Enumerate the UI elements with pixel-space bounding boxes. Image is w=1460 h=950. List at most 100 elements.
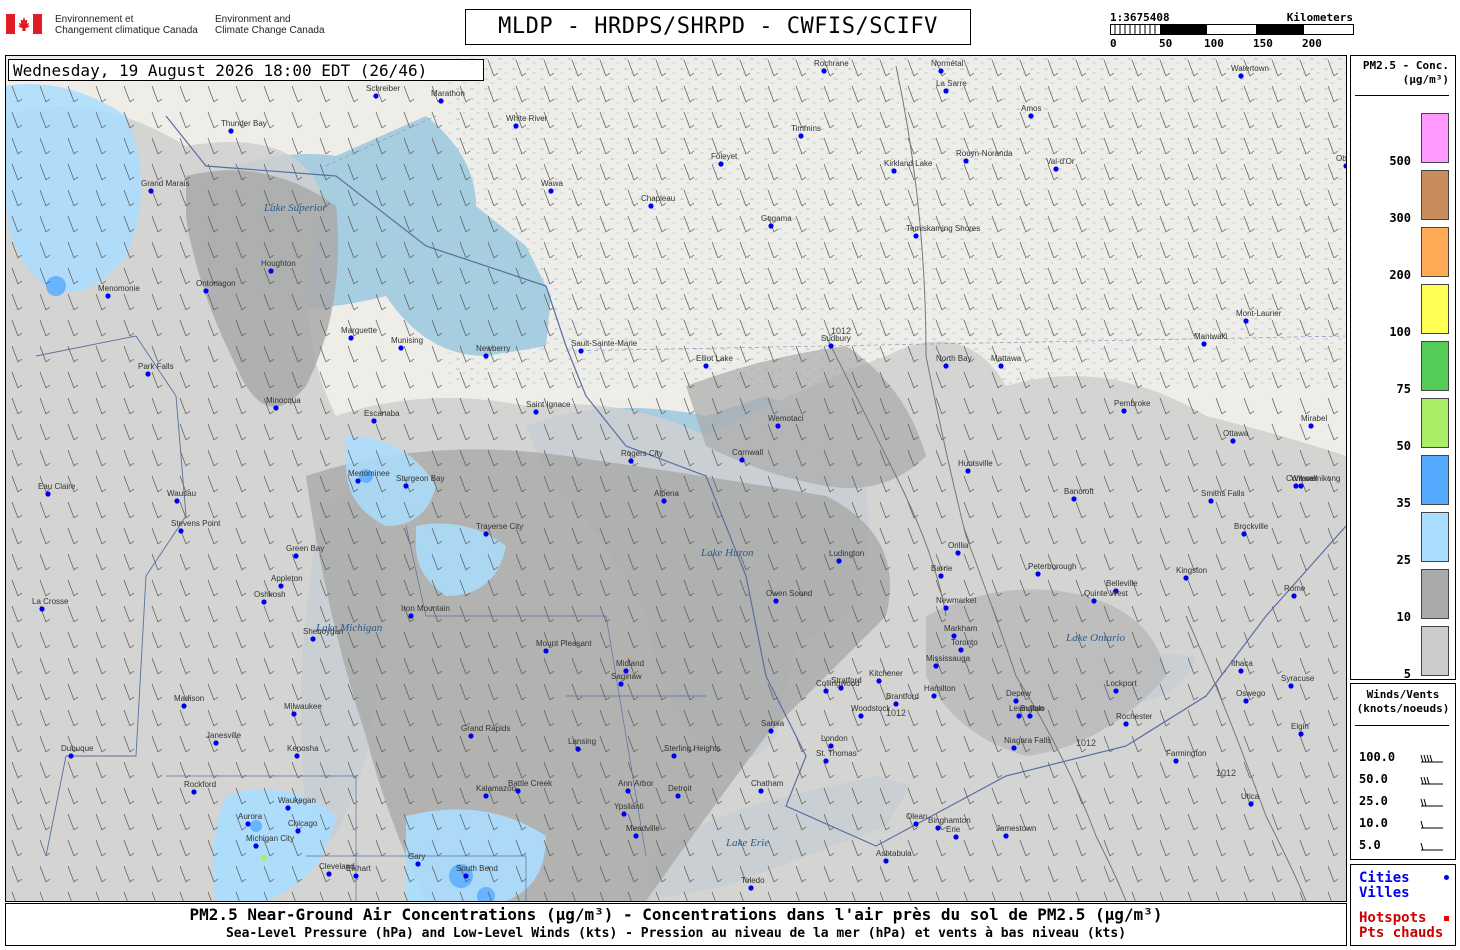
wind-legend-title-line2: (knots/noeuds) xyxy=(1356,702,1450,715)
city-label: Meadville xyxy=(626,824,660,833)
city-label: Buffalo xyxy=(1020,704,1045,713)
city-label: Mont-Laurier xyxy=(1236,309,1282,318)
city-marker xyxy=(1243,318,1249,324)
wind-legend-value: 100.0 xyxy=(1359,750,1396,764)
pm25-legend-title-line1: PM2.5 - Conc. xyxy=(1362,59,1449,72)
city-label: Timmins xyxy=(791,124,821,133)
city-label: Erie xyxy=(946,825,961,834)
pm25-legend-label: 50 xyxy=(1396,439,1411,453)
city-label: Elgin xyxy=(1291,722,1309,731)
city-label: Olean xyxy=(906,812,927,821)
city-label: Hamilton xyxy=(924,684,956,693)
pm25-legend-label: 300 xyxy=(1389,211,1411,225)
city-marker xyxy=(483,793,489,799)
city-label: Alpena xyxy=(654,489,679,498)
city-marker xyxy=(621,811,627,817)
scale-unit: Kilometers xyxy=(1286,11,1353,24)
city-label: South Bend xyxy=(456,864,498,873)
city-marker xyxy=(938,573,944,579)
legend-divider xyxy=(1355,725,1449,726)
city-marker xyxy=(953,834,959,840)
city-label: Markham xyxy=(944,624,978,633)
scale-bar: 1:3675408 Kilometers 0 50 100 150 200 xyxy=(1110,11,1355,51)
city-label: Janesville xyxy=(206,731,242,740)
city-label: Battle Creek xyxy=(508,779,553,788)
cities-legend-label: Cities Villes xyxy=(1359,871,1410,901)
city-label: Wawa xyxy=(541,179,563,188)
wind-legend-value: 5.0 xyxy=(1359,838,1381,852)
city-label: Houghton xyxy=(261,259,296,268)
city-marker xyxy=(1016,713,1022,719)
city-marker xyxy=(515,788,521,794)
city-label: Milwaukee xyxy=(284,702,322,711)
city-label: Marathon xyxy=(431,89,465,98)
city-marker xyxy=(828,743,834,749)
legend-divider xyxy=(1355,95,1449,96)
pm25-legend-swatch xyxy=(1421,569,1449,619)
wind-barb-icon xyxy=(1420,776,1443,785)
city-marker xyxy=(828,343,834,349)
city-marker xyxy=(68,753,74,759)
city-label: Madison xyxy=(174,694,204,703)
wind-legend-value: 50.0 xyxy=(1359,772,1388,786)
city-marker xyxy=(1013,698,1019,704)
pm25-legend-title: PM2.5 - Conc. (μg/m³) xyxy=(1351,56,1455,87)
city-label: North Bay xyxy=(936,354,972,363)
city-marker xyxy=(628,458,634,464)
pm25-legend-swatch xyxy=(1421,455,1449,505)
city-marker xyxy=(355,478,361,484)
map-area[interactable]: 1012 1012 1012 1012 Lake Superior Lake M… xyxy=(5,55,1347,902)
city-marker xyxy=(513,123,519,129)
city-marker xyxy=(178,528,184,534)
city-label: Belleville xyxy=(1106,579,1138,588)
city-label: Huntsville xyxy=(958,459,993,468)
city-label: Quinte West xyxy=(1084,589,1129,598)
city-label: Waukegan xyxy=(278,796,316,805)
city-label: Foleyet xyxy=(711,152,738,161)
city-marker xyxy=(273,405,279,411)
city-label: Appleton xyxy=(271,574,303,583)
city-label: Wausau xyxy=(167,489,196,498)
city-marker xyxy=(768,223,774,229)
city-marker xyxy=(213,740,219,746)
isobar-label: 1012 xyxy=(1216,768,1236,778)
city-marker xyxy=(671,753,677,759)
city-marker xyxy=(718,161,724,167)
city-marker xyxy=(578,348,584,354)
city-marker xyxy=(675,793,681,799)
city-label: Ithaca xyxy=(1231,659,1253,668)
city-marker xyxy=(963,158,969,164)
city-label: Park Falls xyxy=(138,362,174,371)
city-marker xyxy=(1053,166,1059,172)
lake-label: Lake Ontario xyxy=(1065,632,1125,644)
hotspots-label-en: Hotspots xyxy=(1359,910,1427,926)
city-label: Traverse City xyxy=(476,522,523,531)
city-marker xyxy=(415,861,421,867)
city-label: Marquette xyxy=(341,326,378,335)
city-label: Temiskaming Shores xyxy=(906,224,980,233)
pm25-legend-swatch xyxy=(1421,398,1449,448)
city-marker xyxy=(893,701,899,707)
pm25-legend-swatch xyxy=(1421,626,1449,676)
city-label: Mount Pleasant xyxy=(536,639,592,648)
city-marker xyxy=(821,68,827,74)
city-label: Saginaw xyxy=(611,672,642,681)
city-label: Aurora xyxy=(238,812,263,821)
pm25-legend-label: 5 xyxy=(1403,667,1411,681)
city-label: Rome xyxy=(1284,584,1306,593)
wind-barb-icon xyxy=(1420,842,1443,851)
city-label: Chapleau xyxy=(641,194,675,203)
city-marker xyxy=(533,409,539,415)
city-marker xyxy=(633,833,639,839)
city-label: Toledo xyxy=(741,876,765,885)
pm25-legend-label: 500 xyxy=(1389,154,1411,168)
city-marker xyxy=(148,188,154,194)
city-marker xyxy=(548,188,554,194)
wind-legend-title-line1: Winds/Vents xyxy=(1366,688,1440,701)
city-label: Utica xyxy=(1241,792,1260,801)
pm25-legend-label: 75 xyxy=(1396,382,1411,396)
city-label: Rochester xyxy=(1116,712,1153,721)
city-label: Ann Arbor xyxy=(618,779,654,788)
city-marker xyxy=(836,558,842,564)
city-label: Midland xyxy=(616,659,644,668)
